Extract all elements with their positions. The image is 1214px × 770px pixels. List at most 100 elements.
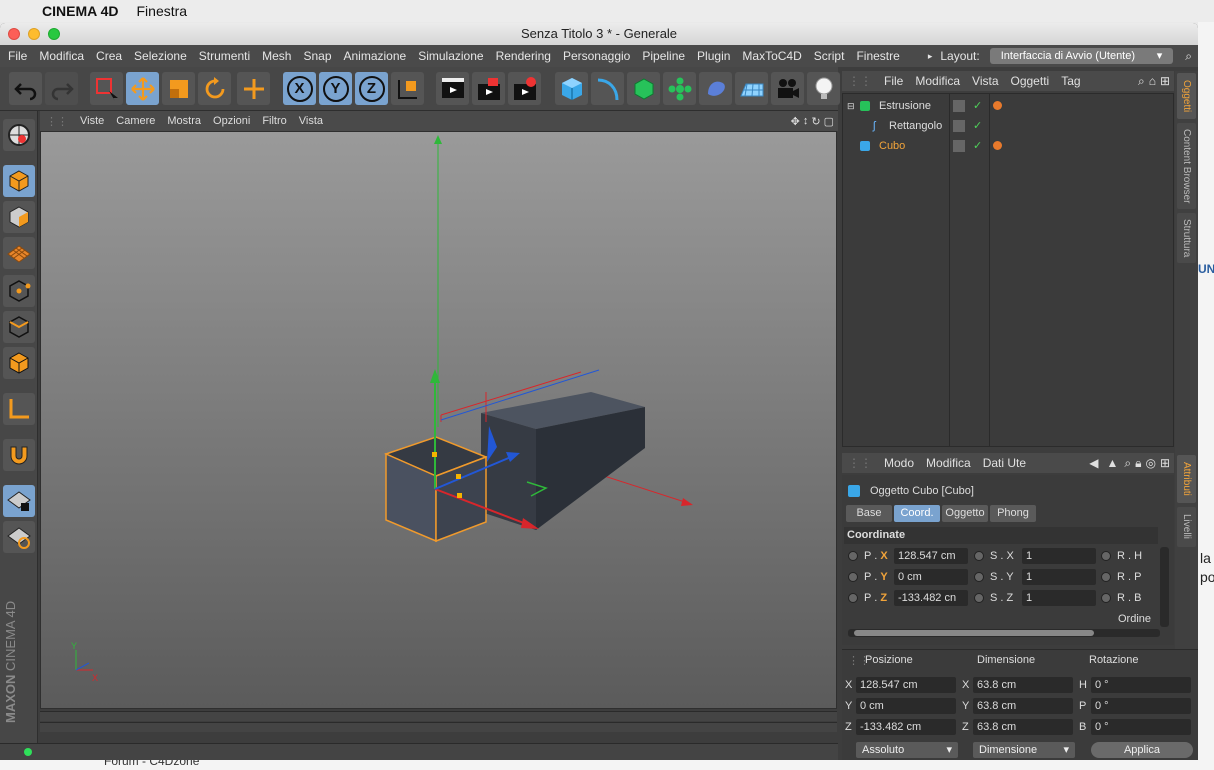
enabled-checkmark-icon[interactable]: ✓ <box>973 136 982 156</box>
move-tool-button[interactable] <box>126 72 159 105</box>
close-window-button[interactable] <box>8 28 20 40</box>
attr-menu-modifica[interactable]: Modifica <box>926 456 971 470</box>
menu-script[interactable]: Script <box>814 49 845 63</box>
viewport-menu-opzioni[interactable]: Opzioni <box>213 115 250 127</box>
object-row-rettangolo[interactable]: ʃ Rettangolo ✓ <box>843 116 1173 136</box>
points-mode-button[interactable] <box>3 275 35 307</box>
menu-animazione[interactable]: Animazione <box>344 49 407 63</box>
deformer-button[interactable] <box>699 72 732 105</box>
coord-position-z[interactable]: -133.482 cm <box>856 719 956 735</box>
position-y-field[interactable]: 0 cm <box>894 569 968 585</box>
render-picture-viewer-button[interactable] <box>472 72 505 105</box>
tab-base[interactable]: Base <box>846 505 892 522</box>
spline-button[interactable] <box>591 72 624 105</box>
home-icon[interactable]: ⌂ <box>1149 74 1156 88</box>
viewport-menu-mostra[interactable]: Mostra <box>167 115 201 127</box>
menu-modifica[interactable]: Modifica <box>39 49 84 63</box>
menu-simulazione[interactable]: Simulazione <box>418 49 483 63</box>
attribute-horizontal-scrollbar[interactable] <box>848 629 1160 637</box>
coord-dimension-z[interactable]: 63.8 cm <box>973 719 1073 735</box>
menu-personaggio[interactable]: Personaggio <box>563 49 630 63</box>
tab-oggetto[interactable]: Oggetto <box>942 505 988 522</box>
coord-mode-select[interactable]: Assoluto ▾ <box>856 742 958 758</box>
object-row-cubo[interactable]: Cubo ✓ <box>843 136 1173 156</box>
object-row-estrusione[interactable]: ⊟ Estrusione ✓ <box>843 96 1173 116</box>
axis-y-button[interactable]: Y <box>319 72 352 105</box>
menu-mesh[interactable]: Mesh <box>262 49 291 63</box>
coord-rotation-h[interactable]: 0 ° <box>1091 677 1191 693</box>
coord-position-y[interactable]: 0 cm <box>856 698 956 714</box>
coord-dimension-x[interactable]: 63.8 cm <box>973 677 1073 693</box>
minimize-window-button[interactable] <box>28 28 40 40</box>
model-mode-button[interactable] <box>3 165 35 197</box>
search-icon[interactable]: ⌕ <box>1138 74 1145 89</box>
floor-button[interactable] <box>735 72 768 105</box>
cube-handle[interactable] <box>457 493 462 498</box>
attr-menu-dati-utente[interactable]: Dati Ute <box>983 456 1026 470</box>
menu-rendering[interactable]: Rendering <box>496 49 551 63</box>
up-arrow-icon[interactable]: ▲ <box>1106 456 1118 470</box>
search-icon[interactable]: ⌕ <box>1124 456 1131 471</box>
scale-tool-button[interactable] <box>162 72 195 105</box>
polygons-mode-button[interactable] <box>3 347 35 379</box>
nurbs-button[interactable] <box>627 72 660 105</box>
axis-z-button[interactable]: Z <box>355 72 388 105</box>
object-menu-file[interactable]: File <box>884 74 903 88</box>
tab-content-browser[interactable]: Content Browser <box>1177 123 1196 209</box>
menu-selezione[interactable]: Selezione <box>134 49 187 63</box>
undo-button[interactable] <box>9 72 42 105</box>
apply-button[interactable]: Applica <box>1091 742 1193 758</box>
workplane-mode-button[interactable] <box>3 237 35 269</box>
viewport-menu-camere[interactable]: Camere <box>116 115 155 127</box>
object-menu-oggetti[interactable]: Oggetti <box>1011 74 1050 88</box>
position-z-field[interactable]: -133.482 cn <box>894 590 968 606</box>
viewport-menu-viste[interactable]: Viste <box>80 115 104 127</box>
layout-select[interactable]: Interfaccia di Avvio (Utente) ▾ <box>989 48 1174 64</box>
viewport-zoom-icon[interactable]: ↕ <box>803 115 809 127</box>
search-icon[interactable]: ⌕ <box>1185 49 1192 64</box>
attr-menu-modo[interactable]: Modo <box>884 456 914 470</box>
rotate-tool-button[interactable] <box>198 72 231 105</box>
cube-handle[interactable] <box>432 452 437 457</box>
add-panel-icon[interactable]: ⊞ <box>1160 74 1170 88</box>
redo-button[interactable] <box>45 72 78 105</box>
mac-app-name[interactable]: CINEMA 4D <box>42 3 119 19</box>
viewport-move-icon[interactable]: ✥ <box>791 115 800 128</box>
lock-icon[interactable]: 🔒︎ <box>1135 456 1141 471</box>
menu-pipeline[interactable]: Pipeline <box>642 49 685 63</box>
menu-plugin[interactable]: Plugin <box>697 49 730 63</box>
add-panel-icon[interactable]: ⊞ <box>1160 456 1170 470</box>
visibility-toggle[interactable] <box>953 120 965 132</box>
viewport-maximize-icon[interactable]: ▢ <box>824 115 834 128</box>
tab-livelli[interactable]: Livelli <box>1177 507 1196 547</box>
light-button[interactable] <box>807 72 840 105</box>
axis-mode-button[interactable] <box>3 393 35 425</box>
live-selection-button[interactable] <box>90 72 123 105</box>
camera-button[interactable] <box>771 72 804 105</box>
menu-file[interactable]: File <box>8 49 27 63</box>
render-settings-button[interactable] <box>508 72 541 105</box>
animation-radio[interactable] <box>974 551 984 561</box>
position-x-field[interactable]: 128.547 cm <box>894 548 968 564</box>
animation-radio[interactable] <box>848 572 858 582</box>
cube-handle[interactable] <box>456 474 461 479</box>
collapse-icon[interactable]: ⊟ <box>847 96 855 116</box>
material-tag-icon[interactable] <box>993 101 1002 110</box>
planar-workplane-button[interactable] <box>3 521 35 553</box>
transform-tool-button[interactable] <box>237 72 270 105</box>
coord-position-x[interactable]: 128.547 cm <box>856 677 956 693</box>
coord-size-select[interactable]: Dimensione ▾ <box>973 742 1075 758</box>
animation-radio[interactable] <box>848 551 858 561</box>
edges-mode-button[interactable] <box>3 311 35 343</box>
locked-workplane-button[interactable] <box>3 485 35 517</box>
coord-rotation-b[interactable]: 0 ° <box>1091 719 1191 735</box>
viewport-rotate-icon[interactable]: ↻ <box>811 115 820 128</box>
tab-oggetti[interactable]: Oggetti <box>1177 73 1196 119</box>
coord-rotation-p[interactable]: 0 ° <box>1091 698 1191 714</box>
enabled-checkmark-icon[interactable]: ✓ <box>973 96 982 116</box>
animation-radio[interactable] <box>1101 593 1111 603</box>
tab-struttura[interactable]: Struttura <box>1177 213 1196 263</box>
scale-y-field[interactable]: 1 <box>1022 569 1096 585</box>
animation-radio[interactable] <box>848 593 858 603</box>
viewport-menu-vista[interactable]: Vista <box>299 115 323 127</box>
